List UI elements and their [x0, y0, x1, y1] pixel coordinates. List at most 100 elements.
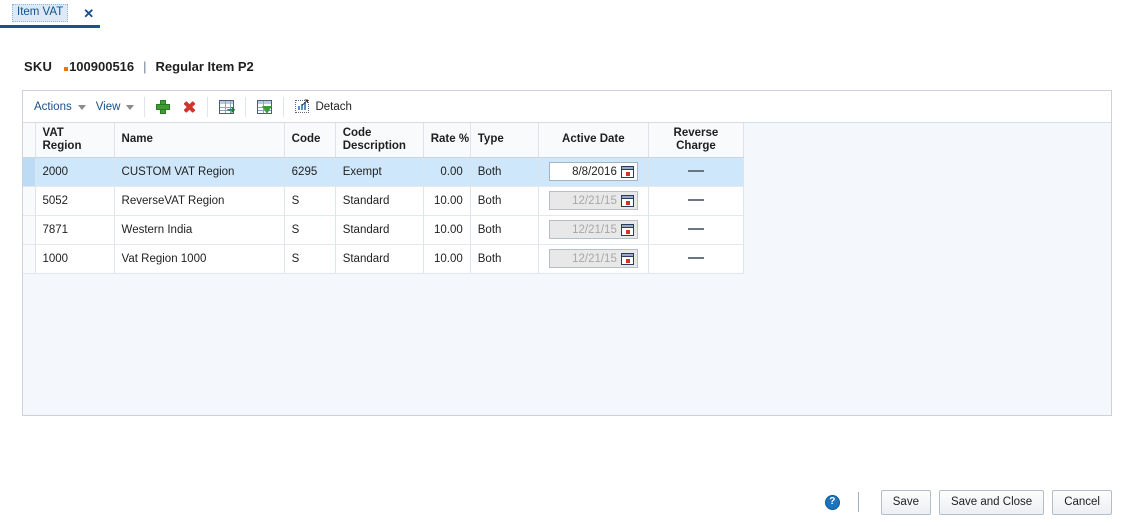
tab-bar: Item VAT ✕	[0, 0, 1126, 28]
title-separator: |	[143, 59, 147, 74]
detach-icon: ↗	[295, 98, 310, 113]
active-date-field: 12/21/15	[548, 220, 638, 239]
cell-code: S	[284, 215, 336, 245]
sku-description: Regular Item P2	[155, 59, 254, 74]
calendar-icon	[620, 252, 634, 265]
toolbar-divider	[245, 96, 247, 117]
row-selector-gutter[interactable]	[23, 215, 36, 245]
empty-value-dash-icon	[687, 199, 704, 202]
plus-icon	[156, 99, 171, 114]
cell-code_description: Standard	[335, 244, 424, 274]
column-header-vat-region[interactable]: VAT Region	[35, 123, 115, 158]
cell-vat_region: 1000	[35, 244, 115, 274]
column-header-code[interactable]: Code	[284, 123, 336, 158]
header-line-2: Description	[342, 139, 406, 152]
cell-rate: 0.00	[423, 157, 471, 187]
cancel-button[interactable]: Cancel	[1052, 489, 1112, 515]
cell-vat_region: 5052	[35, 186, 115, 216]
cell-type: Both	[470, 215, 539, 245]
footer-action-bar: ? Save Save and Close Cancel	[0, 478, 1126, 526]
delete-x-icon	[182, 100, 196, 114]
column-header-type[interactable]: Type	[470, 123, 539, 158]
query-by-example-button[interactable]	[251, 95, 278, 119]
cell-rate: 10.00	[423, 186, 471, 216]
active-date-value: 8/8/2016	[572, 165, 617, 178]
cell-code_description: Exempt	[335, 157, 424, 187]
cell-code: S	[284, 244, 336, 274]
cell-active-date: 8/8/2016	[538, 157, 649, 187]
active-date-value: 12/21/15	[572, 223, 617, 236]
vat-table: VAT Region Name Code Code Description Ra…	[23, 123, 745, 274]
cell-name: Western India	[114, 215, 285, 245]
cell-type: Both	[470, 186, 539, 216]
column-header-active-date[interactable]: Active Date	[538, 123, 649, 158]
calendar-icon[interactable]	[620, 165, 634, 178]
cell-code: 6295	[284, 157, 336, 187]
tab-active-underline	[0, 25, 100, 28]
item-vat-panel: Actions View ➔ ↗ Detach VAT Region Name …	[22, 90, 1112, 416]
toolbar-divider	[207, 96, 209, 117]
active-date-field: 12/21/15	[548, 191, 638, 210]
header-line-1: Code	[342, 126, 372, 139]
tab-item-vat[interactable]: Item VAT	[12, 4, 69, 22]
cell-reverse-charge	[648, 244, 745, 274]
empty-value-dash-icon	[687, 170, 704, 173]
column-header-code-description[interactable]: Code Description	[335, 123, 424, 158]
column-header-reverse-charge[interactable]: Reverse Charge	[648, 123, 745, 158]
detach-button[interactable]: ↗ Detach	[289, 95, 359, 119]
export-to-excel-button[interactable]: ➔	[213, 95, 240, 119]
row-selector-gutter[interactable]	[23, 244, 36, 274]
detach-label: Detach	[315, 100, 352, 113]
table-row[interactable]: 7871 Western India S Standard 10.00 Both 12/21…	[23, 215, 745, 245]
required-marker-icon	[64, 67, 69, 71]
cell-reverse-charge	[648, 157, 745, 187]
cell-vat_region: 2000	[35, 157, 115, 187]
toolbar-divider	[283, 96, 285, 117]
table-row[interactable]: 5052 ReverseVAT Region S Standard 10.00 Both 1…	[23, 186, 745, 216]
table-toolbar: Actions View ➔ ↗ Detach	[23, 91, 1111, 123]
view-menu[interactable]: View	[91, 98, 140, 116]
delete-row-button[interactable]	[176, 95, 202, 119]
active-date-field: 12/21/15	[548, 249, 638, 268]
column-header-rate[interactable]: Rate %	[423, 123, 471, 158]
save-and-close-button[interactable]: Save and Close	[938, 489, 1045, 515]
column-header-name[interactable]: Name	[114, 123, 285, 158]
actions-menu[interactable]: Actions	[29, 98, 91, 116]
calendar-icon	[620, 194, 634, 207]
row-selector-gutter-header	[23, 123, 36, 158]
chevron-down-icon	[77, 105, 86, 110]
empty-value-dash-icon	[687, 257, 704, 260]
empty-value-dash-icon	[687, 228, 704, 231]
page-title: SKU 100900516 | Regular Item P2	[24, 59, 254, 74]
chevron-down-icon	[126, 105, 135, 110]
active-date-field[interactable]: 8/8/2016	[548, 162, 638, 181]
sku-label: SKU	[24, 59, 53, 74]
cell-name: ReverseVAT Region	[114, 186, 285, 216]
active-date-value: 12/21/15	[572, 252, 617, 265]
help-question-icon[interactable]: ?	[824, 494, 840, 510]
cell-reverse-charge	[648, 186, 745, 216]
table-row[interactable]: 2000 CUSTOM VAT Region 6295 Exempt 0.00 Both 8…	[23, 157, 745, 187]
cell-vat_region: 7871	[35, 215, 115, 245]
cell-active-date: 12/21/15	[538, 186, 649, 216]
header-line-1: VAT	[42, 126, 64, 139]
add-row-button[interactable]	[150, 95, 176, 119]
active-date-value: 12/21/15	[572, 194, 617, 207]
cell-code_description: Standard	[335, 186, 424, 216]
row-selector-gutter[interactable]	[23, 157, 36, 187]
calendar-icon	[620, 223, 634, 236]
cell-code_description: Standard	[335, 215, 424, 245]
export-to-excel-icon: ➔	[219, 99, 235, 115]
cell-name: CUSTOM VAT Region	[114, 157, 285, 187]
table-row[interactable]: 1000 Vat Region 1000 S Standard 10.00 Both 12/…	[23, 244, 745, 274]
header-line-2: Charge	[676, 139, 716, 152]
toolbar-divider	[144, 96, 146, 117]
cell-rate: 10.00	[423, 215, 471, 245]
actions-menu-label: Actions	[34, 100, 72, 113]
row-selector-gutter[interactable]	[23, 186, 36, 216]
table-body: 2000 CUSTOM VAT Region 6295 Exempt 0.00 Both 8…	[23, 157, 745, 274]
tab-close-icon[interactable]: ✕	[80, 7, 97, 20]
query-by-example-icon	[257, 99, 273, 114]
save-button[interactable]: Save	[880, 489, 931, 515]
view-menu-label: View	[95, 100, 121, 113]
